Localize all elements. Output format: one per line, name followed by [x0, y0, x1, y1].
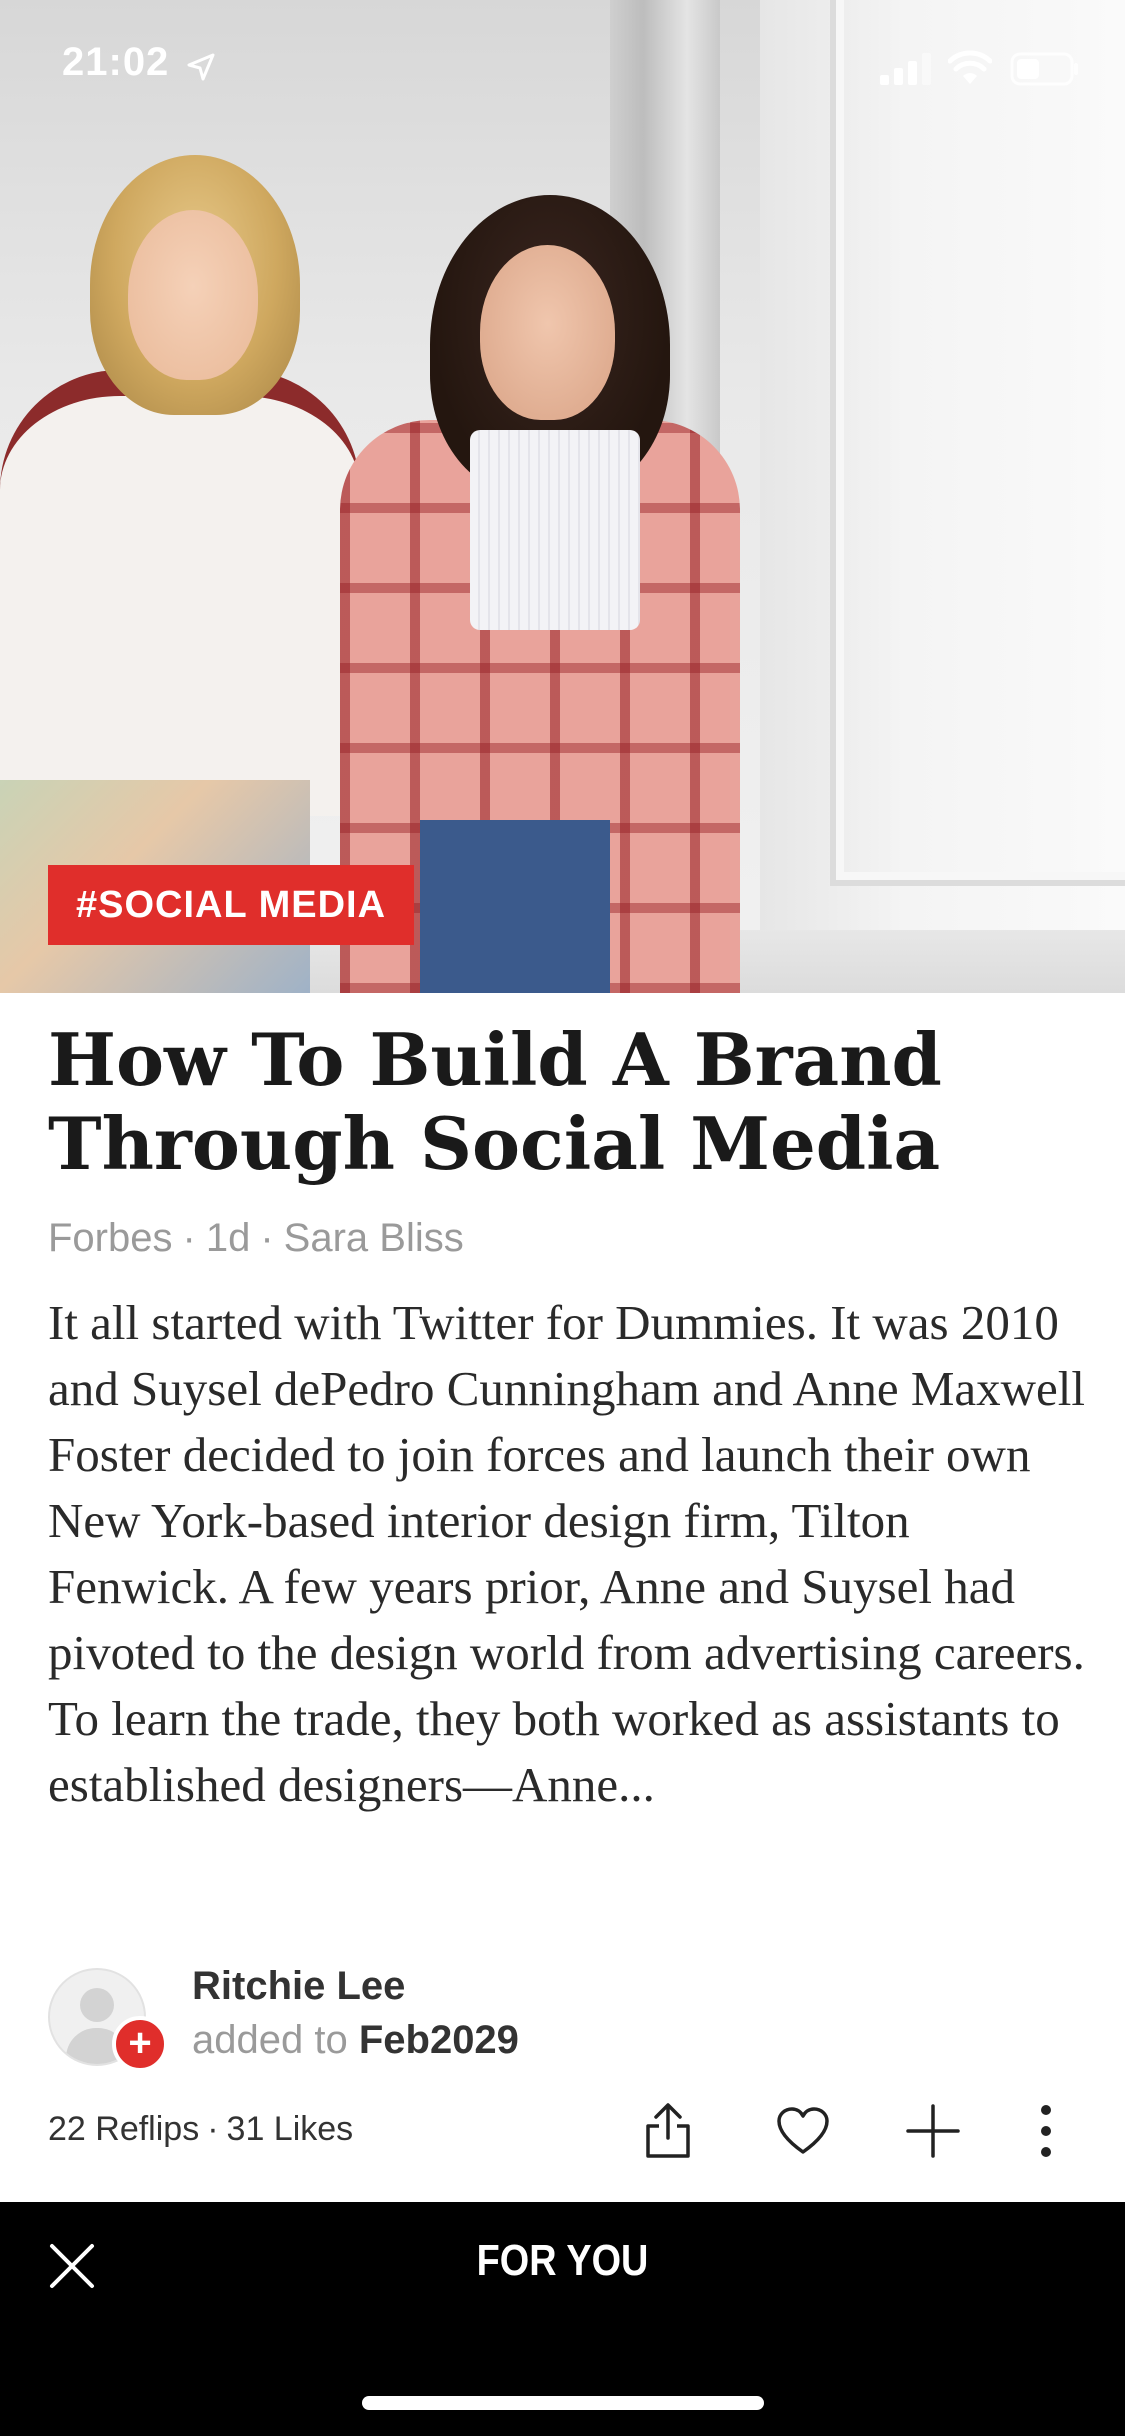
add-button[interactable] [898, 2096, 968, 2166]
heart-icon [777, 2107, 829, 2154]
article-title[interactable]: How To Build A Brand Through Social Medi… [48, 1018, 1078, 1186]
home-indicator[interactable] [362, 2396, 764, 2410]
topic-tag-badge[interactable]: #SOCIAL MEDIA [48, 865, 415, 945]
article-excerpt[interactable]: It all started with Twitter for Dummies.… [48, 1290, 1098, 1818]
more-vertical-icon [1041, 2105, 1051, 2157]
added-to-label: added to [192, 2018, 348, 2062]
reflips-count: 22 Reflips [48, 2110, 200, 2148]
like-button[interactable] [768, 2096, 838, 2166]
engagement-stats: 22 Reflips · 31 Likes [48, 2110, 354, 2148]
battery-icon [1010, 52, 1078, 86]
magazine-link[interactable]: Feb2029 [359, 2018, 519, 2062]
signal-icon [880, 53, 931, 85]
person-left-top [0, 370, 360, 816]
location-arrow-icon [187, 53, 215, 81]
follow-plus-icon[interactable]: + [112, 2016, 168, 2072]
article-author: Sara Bliss [283, 1216, 464, 1260]
hero-image[interactable] [0, 0, 1125, 993]
article-source[interactable]: Forbes [48, 1216, 173, 1260]
status-bar: 21:02 [0, 0, 1125, 132]
added-to-line: added to Feb2029 [192, 2018, 519, 2063]
person-right-jeans [420, 820, 610, 993]
article-meta: Forbes · 1d · Sara Bliss [48, 1216, 464, 1260]
status-time: 21:02 [62, 40, 170, 84]
person-left-face [128, 210, 258, 380]
share-button[interactable] [633, 2096, 703, 2166]
curator-name[interactable]: Ritchie Lee [192, 1964, 405, 2009]
share-icon [646, 2103, 690, 2158]
avatar-placeholder-head [80, 1988, 114, 2022]
more-button[interactable] [1011, 2096, 1081, 2166]
person-right-face [480, 245, 615, 420]
plus-icon [906, 2104, 960, 2158]
article-age: 1d [205, 1216, 251, 1260]
section-title: FOR YOU [476, 2236, 649, 2285]
person-right-shirt [470, 430, 640, 630]
wall-molding [830, 0, 1125, 886]
wifi-icon [948, 50, 992, 84]
likes-count: 31 Likes [226, 2110, 354, 2148]
